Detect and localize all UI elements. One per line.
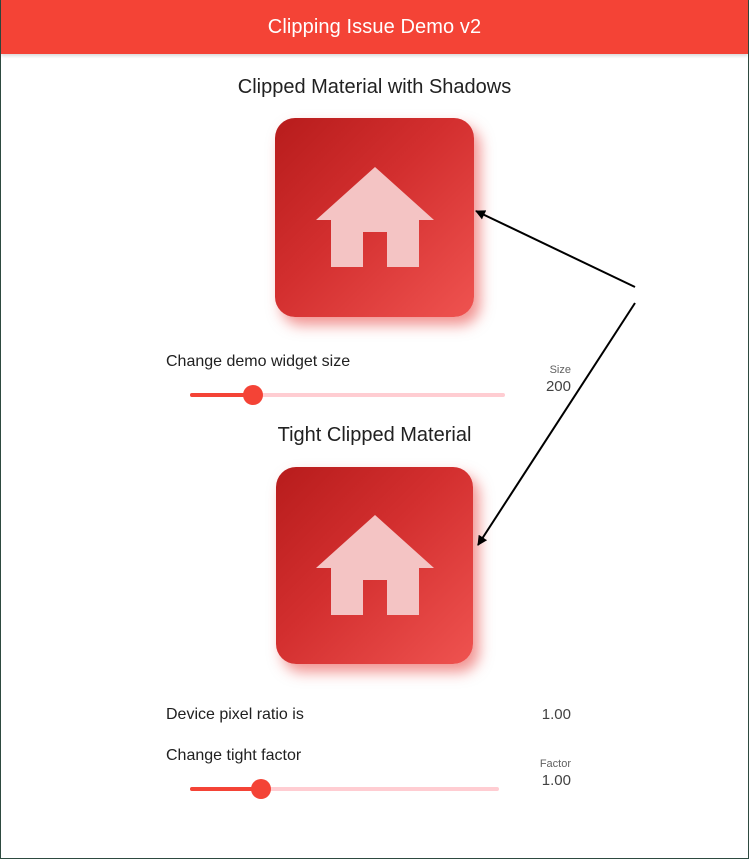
home-icon	[315, 166, 434, 267]
factor-value: 1.00	[541, 772, 571, 789]
section-title-clipped-shadows: Clipped Material with Shadows	[237, 76, 512, 98]
tight-clipped-material-box	[276, 467, 473, 664]
factor-caption: Factor	[539, 758, 571, 770]
size-caption: Size	[549, 364, 571, 376]
home-icon	[315, 514, 434, 615]
size-label: Change demo widget size	[166, 353, 351, 370]
factor-slider-thumb[interactable]	[251, 779, 272, 799]
factor-label: Change tight factor	[166, 747, 302, 764]
dpr-value: 1.00	[541, 706, 571, 723]
size-slider-thumb[interactable]	[243, 385, 263, 405]
factor-slider[interactable]	[190, 777, 499, 801]
size-slider[interactable]	[190, 383, 505, 407]
clipped-material-box	[275, 118, 474, 317]
size-value: 200	[545, 378, 571, 395]
section-title-tight-clipped: Tight Clipped Material	[277, 424, 472, 446]
dpr-label: Device pixel ratio is	[166, 706, 304, 723]
app-bar: Clipping Issue Demo v2	[1, 0, 748, 54]
app-title: Clipping Issue Demo v2	[267, 15, 482, 38]
